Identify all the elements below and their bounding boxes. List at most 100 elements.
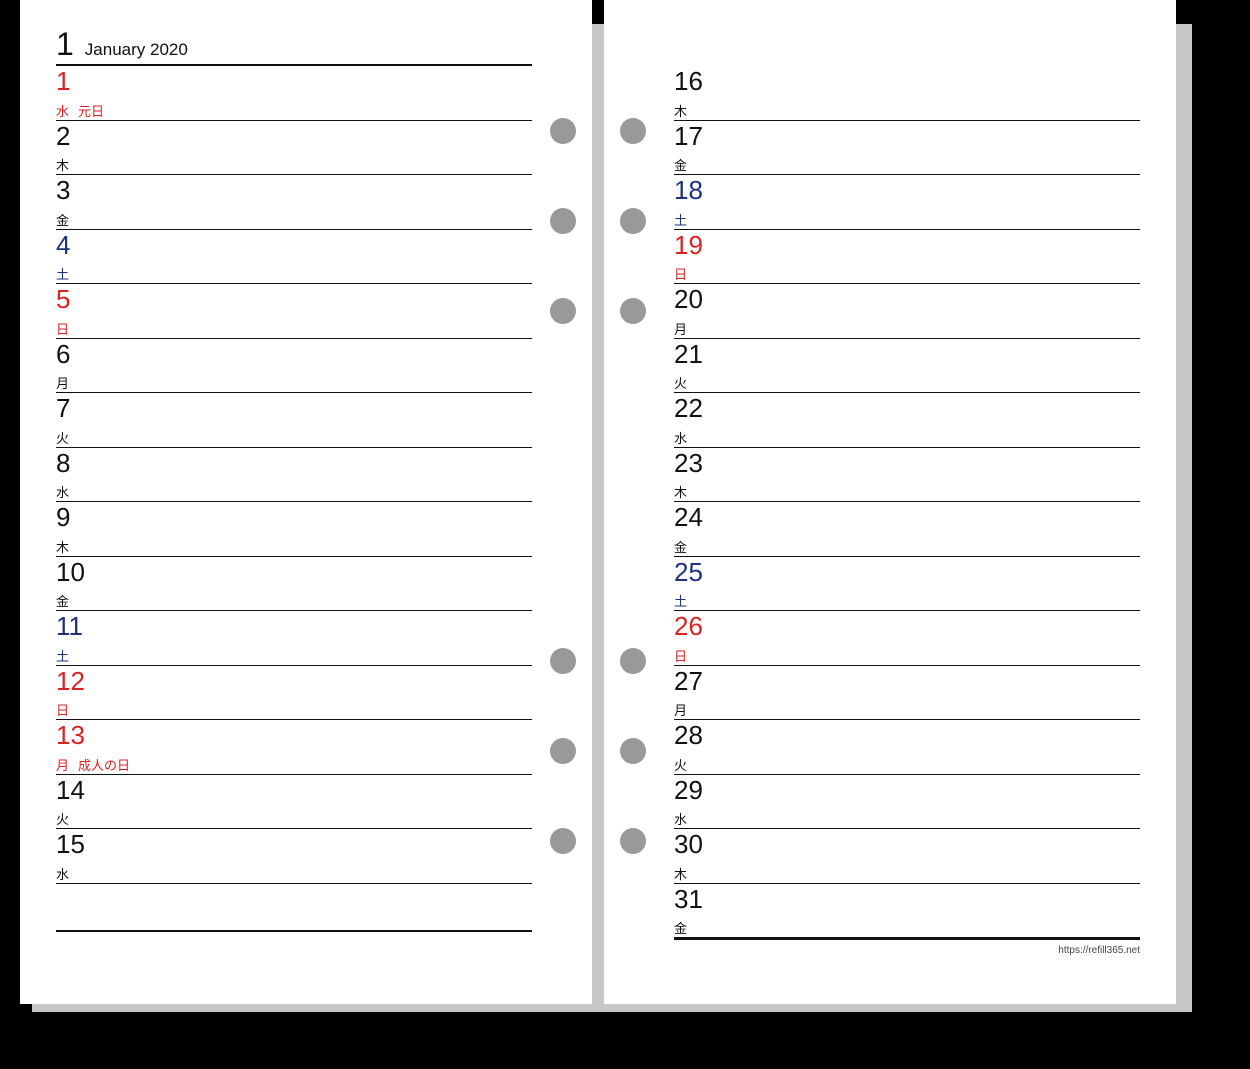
day-number: 28 xyxy=(674,722,703,748)
binder-hole xyxy=(620,828,646,854)
day-row: 2木 xyxy=(56,121,532,176)
day-row: 1 水元日 xyxy=(56,66,532,121)
day-row: 30木 xyxy=(674,829,1140,884)
day-row: 18 土 xyxy=(674,175,1140,230)
holiday-label: 成人の日 xyxy=(78,759,130,772)
day-row: 17金 xyxy=(674,121,1140,176)
day-number: 6 xyxy=(56,341,70,367)
weekday-label: 火 xyxy=(56,813,69,826)
day-number: 26 xyxy=(674,613,703,639)
day-row: 29 水 xyxy=(674,775,1140,830)
day-number: 4 xyxy=(56,232,70,258)
planner-spread: 1 January 2020 1水元日2木3金4土5日6月7火8水9木10金11… xyxy=(0,0,1250,1069)
weekday-label: 土 xyxy=(56,650,69,663)
binder-hole xyxy=(550,298,576,324)
footer-rule-right: https://refill365.net xyxy=(674,938,1140,940)
day-row: 5日 xyxy=(56,284,532,339)
day-row: 20 月 xyxy=(674,284,1140,339)
day-number: 9 xyxy=(56,504,70,530)
day-number: 17 xyxy=(674,123,703,149)
binder-hole xyxy=(620,208,646,234)
weekday-label: 金 xyxy=(674,922,687,935)
footer-url: https://refill365.net xyxy=(1058,945,1140,956)
day-row: 9木 xyxy=(56,502,532,557)
weekday-label: 日 xyxy=(56,323,69,336)
day-row: 12 日 xyxy=(56,666,532,721)
day-row: 10金 xyxy=(56,557,532,612)
binder-hole xyxy=(550,208,576,234)
day-number: 5 xyxy=(56,286,70,312)
binder-hole xyxy=(550,738,576,764)
weekday-label: 木 xyxy=(56,541,69,554)
weekday-label: 月 xyxy=(56,759,69,772)
day-row: 28 火 xyxy=(674,720,1140,775)
day-number: 12 xyxy=(56,668,85,694)
day-number: 31 xyxy=(674,886,703,912)
day-number: 2 xyxy=(56,123,70,149)
day-row: 23木 xyxy=(674,448,1140,503)
day-row: 13 月成人の日 xyxy=(56,720,532,775)
day-number: 22 xyxy=(674,395,703,421)
day-row: 25土 xyxy=(674,557,1140,612)
day-number: 18 xyxy=(674,177,703,203)
page-header: 1 January 2020 xyxy=(56,26,532,66)
weekday-label: 水 xyxy=(56,105,69,118)
weekday-label: 月 xyxy=(674,704,687,717)
day-number: 24 xyxy=(674,504,703,530)
day-number: 20 xyxy=(674,286,703,312)
day-row: 19 日 xyxy=(674,230,1140,285)
day-number: 19 xyxy=(674,232,703,258)
day-number: 15 xyxy=(56,831,85,857)
day-row: 11 土 xyxy=(56,611,532,666)
day-number: 8 xyxy=(56,450,70,476)
left-content: 1 January 2020 1水元日2木3金4土5日6月7火8水9木10金11… xyxy=(56,26,532,968)
binder-hole xyxy=(620,648,646,674)
day-number: 11 xyxy=(56,613,83,639)
weekday-label: 水 xyxy=(56,486,69,499)
day-row: 7火 xyxy=(56,393,532,448)
month-label: January 2020 xyxy=(85,40,188,60)
binder-hole xyxy=(550,828,576,854)
weekday-label: 土 xyxy=(56,268,69,281)
day-number: 29 xyxy=(674,777,703,803)
weekday-label: 火 xyxy=(56,432,69,445)
weekday-label: 火 xyxy=(674,377,687,390)
binder-hole xyxy=(620,738,646,764)
binder-holes-left xyxy=(550,0,576,1004)
day-number: 13 xyxy=(56,722,85,748)
day-row: 3金 xyxy=(56,175,532,230)
weekday-label: 木 xyxy=(674,868,687,881)
weekday-label: 金 xyxy=(56,595,69,608)
day-row: 8水 xyxy=(56,448,532,503)
holiday-label: 元日 xyxy=(78,105,104,118)
weekday-label: 水 xyxy=(674,813,687,826)
weekday-label: 木 xyxy=(674,105,687,118)
binder-hole xyxy=(620,118,646,144)
left-day-list: 1水元日2木3金4土5日6月7火8水9木10金11土12日13月成人の日14火1… xyxy=(56,66,532,884)
weekday-label: 日 xyxy=(56,704,69,717)
weekday-label: 金 xyxy=(56,214,69,227)
day-number: 16 xyxy=(674,68,703,94)
day-row: 26 日 xyxy=(674,611,1140,666)
weekday-label: 日 xyxy=(674,268,687,281)
weekday-label: 月 xyxy=(56,377,69,390)
day-number: 3 xyxy=(56,177,70,203)
day-number: 23 xyxy=(674,450,703,476)
day-row: 4土 xyxy=(56,230,532,285)
weekday-label: 土 xyxy=(674,214,687,227)
day-row: 21 火 xyxy=(674,339,1140,394)
binder-holes-right xyxy=(620,0,646,1004)
binder-hole xyxy=(620,298,646,324)
weekday-label: 日 xyxy=(674,650,687,663)
weekday-label: 火 xyxy=(674,759,687,772)
day-number: 14 xyxy=(56,777,85,803)
day-row: 27月 xyxy=(674,666,1140,721)
day-number: 21 xyxy=(674,341,703,367)
weekday-label: 月 xyxy=(674,323,687,336)
day-row: 14 火 xyxy=(56,775,532,830)
day-row: 22 水 xyxy=(674,393,1140,448)
day-number: 1 xyxy=(56,68,70,94)
binder-hole xyxy=(550,648,576,674)
weekday-label: 水 xyxy=(674,432,687,445)
day-row: 6月 xyxy=(56,339,532,394)
